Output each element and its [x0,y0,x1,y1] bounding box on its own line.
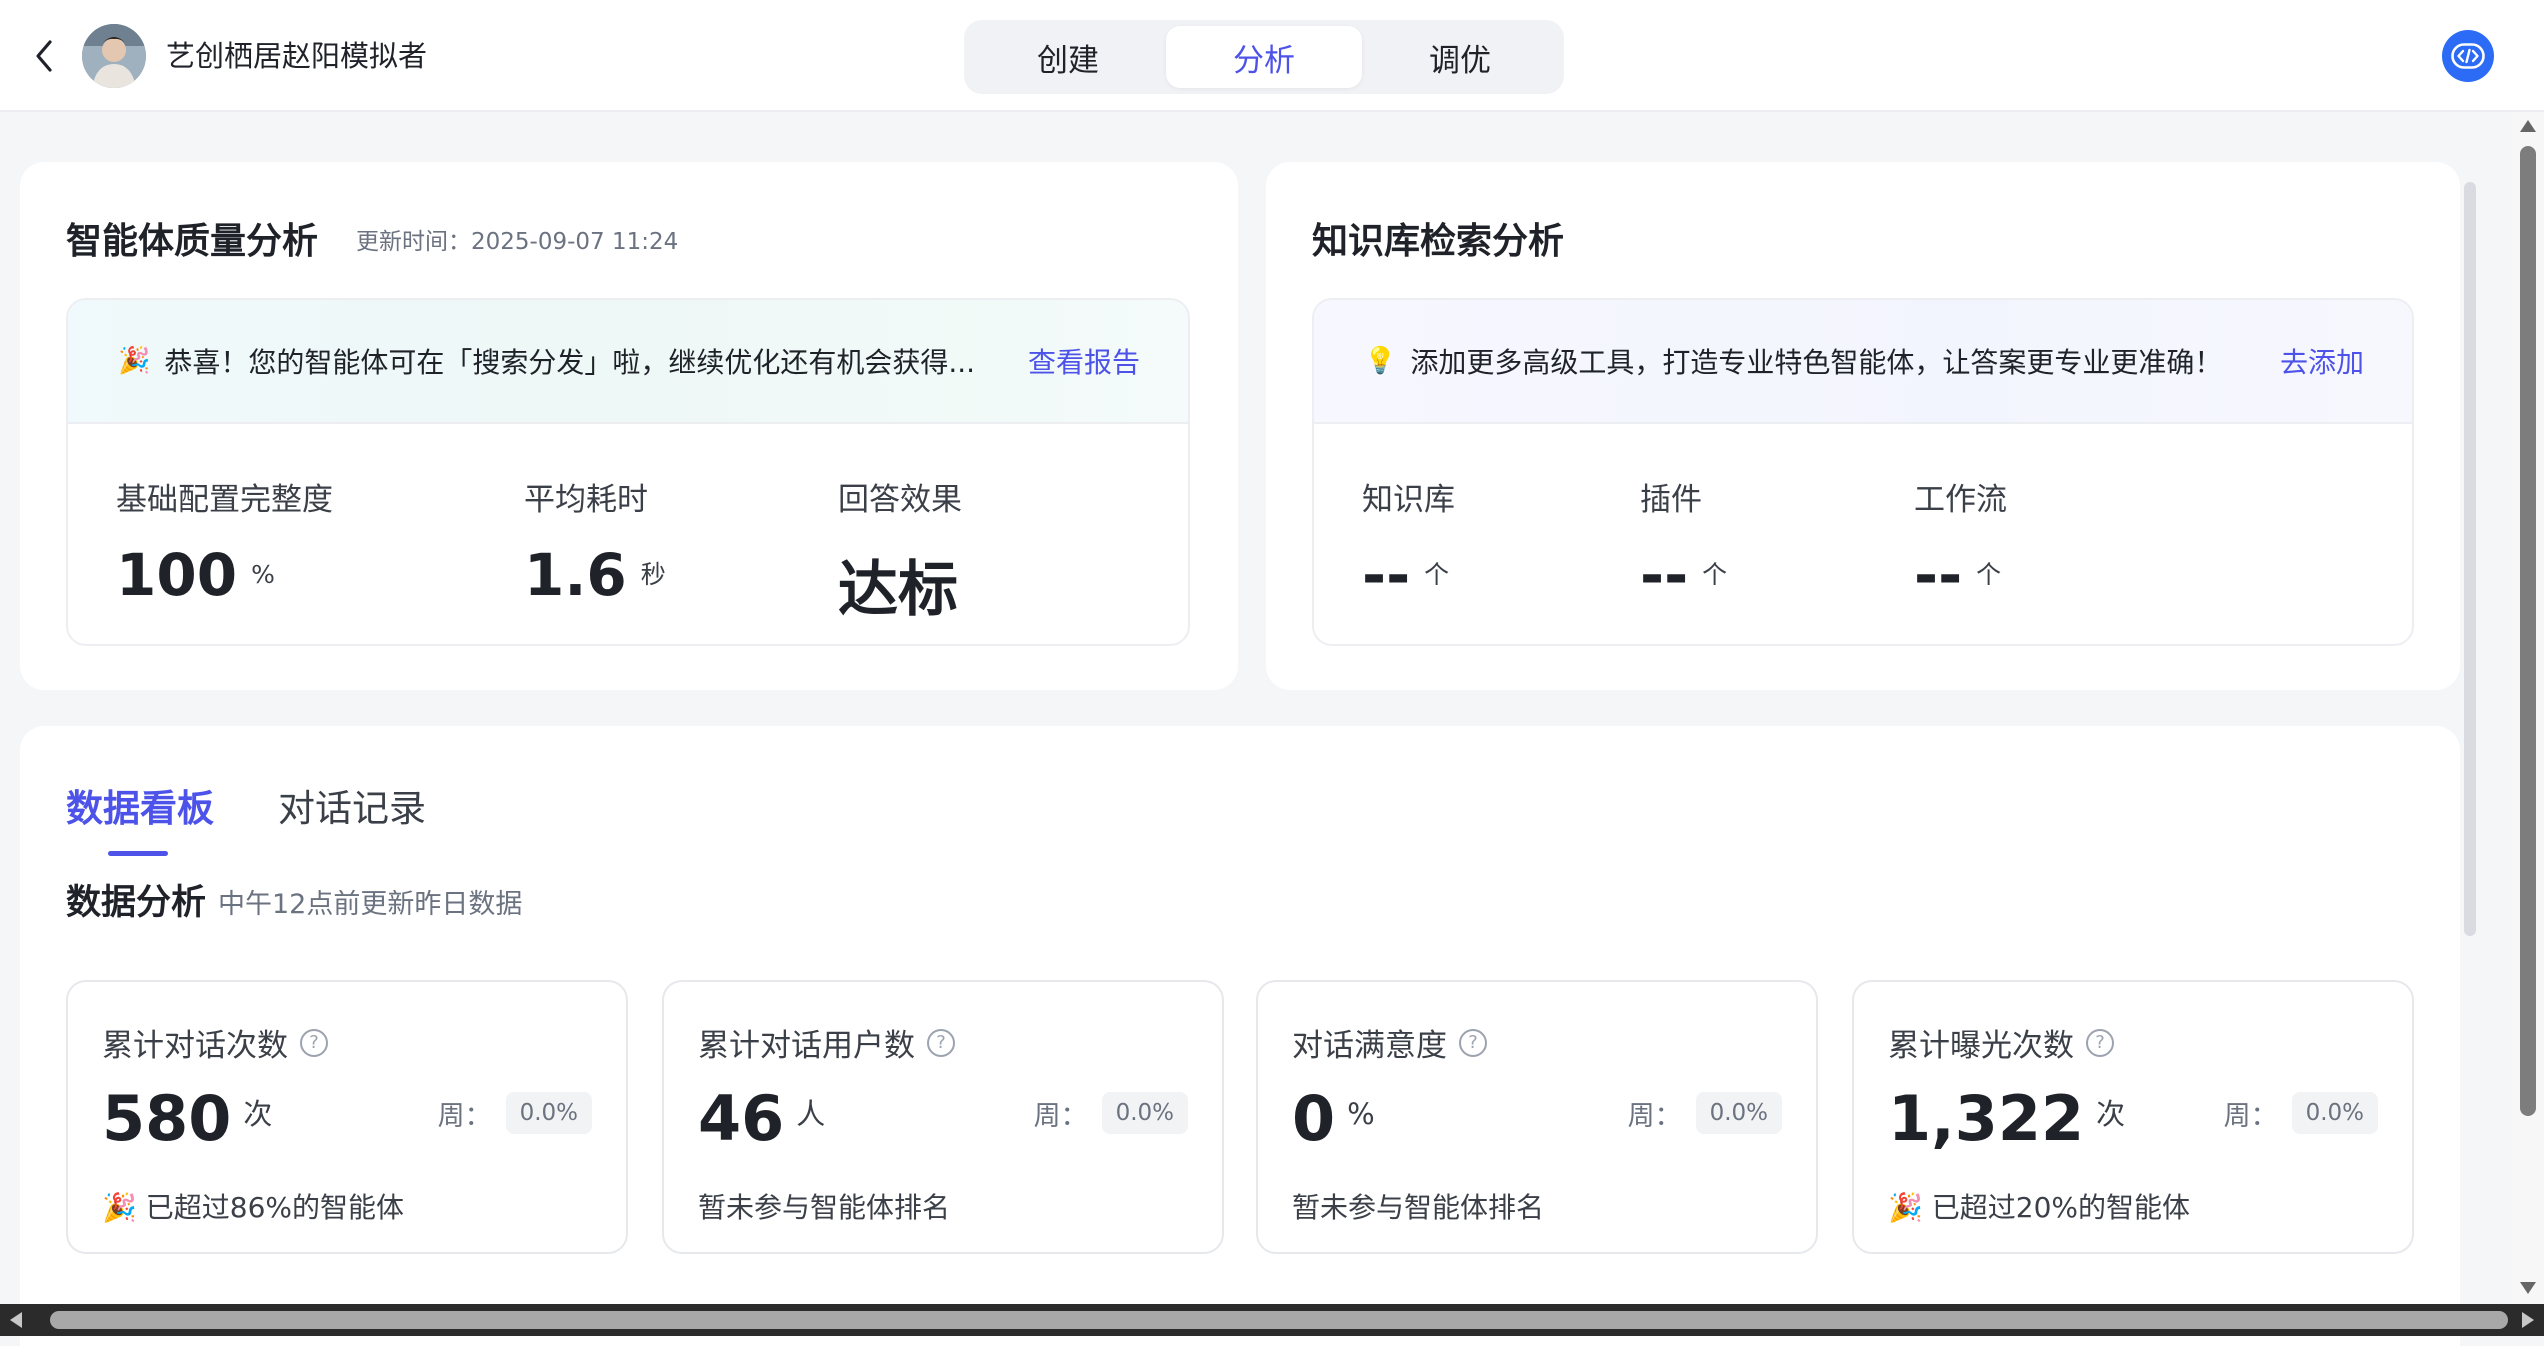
code-button[interactable] [2442,30,2494,82]
avatar-image [82,24,146,88]
help-icon[interactable]: ? [300,1028,328,1057]
stat-value: 0 [1292,1082,1336,1155]
stat-title: 累计曝光次数 [1888,1028,2074,1064]
horizontal-scrollbar-thumb[interactable] [50,1311,2508,1329]
metric-unit: 个 [1702,560,1728,589]
stat-unit: 次 [243,1097,273,1131]
knowledge-banner: 💡 添加更多高级工具，打造专业特色智能体，让答案更专业更准确！ 去添加 [1314,300,2412,424]
week-change-badge: 0.0% [1101,1092,1188,1134]
stat-card-satisfaction: 对话满意度? 0 % 周： 0.0% 暂未参与智能体排名 [1256,980,1818,1254]
mode-tabs: 创建 分析 调优 [964,20,1564,94]
metric-label: 平均耗时 [524,482,648,518]
agent-name: 艺创栖居赵阳模拟者 [166,39,428,73]
stat-unit: 人 [796,1097,826,1131]
week-change-badge: 0.0% [505,1092,592,1134]
metric-label: 工作流 [1914,482,2007,518]
metric-workflows: 工作流 -- 个 [1914,474,2007,609]
stat-title: 累计对话次数 [102,1028,288,1064]
stat-rank-text: 暂未参与智能体排名 [1292,1191,1545,1224]
stat-card-total-conversations: 累计对话次数? 580 次 周： 0.0% 🎉 已超过86%的智能体 [66,980,628,1254]
metric-value: -- [1914,541,1963,609]
top-bar: 艺创栖居赵阳模拟者 创建 分析 调优 [0,0,2544,112]
metric-value: 1.6 [524,541,627,609]
metric-unit: % [251,560,275,589]
metric-label: 知识库 [1362,482,1455,518]
add-tools-link[interactable]: 去添加 [2280,341,2364,381]
metric-value: 100 [116,541,238,609]
knowledge-panel: 💡 添加更多高级工具，打造专业特色智能体，让答案更专业更准确！ 去添加 知识库 … [1312,298,2414,646]
stat-title: 累计对话用户数 [698,1028,915,1064]
banner-message: 添加更多高级工具，打造专业特色智能体，让答案更专业更准确！ [1410,346,2223,379]
tab-analyze[interactable]: 分析 [1166,26,1362,88]
metric-knowledge-base: 知识库 -- 个 [1362,474,1455,609]
stat-value: 1,322 [1888,1082,2085,1155]
metric-avg-time: 平均耗时 1.6 秒 [524,474,666,609]
metric-value: 达标 [838,555,958,625]
stat-rank-text: 已超过20%的智能体 [1931,1191,2191,1224]
card-title: 知识库检索分析 [1312,221,1565,262]
card-title: 智能体质量分析 [66,221,319,262]
metric-unit: 秒 [640,560,666,589]
metric-label: 基础配置完整度 [116,482,333,518]
week-label: 周： [1033,1100,1088,1132]
stat-value: 46 [698,1082,785,1155]
section-subtitle: 中午12点前更新昨日数据 [218,889,523,920]
help-icon[interactable]: ? [927,1028,955,1057]
vertical-scrollbar-thumb[interactable] [2520,146,2536,1116]
metric-plugins: 插件 -- 个 [1640,474,1727,609]
scroll-down-arrow-icon[interactable] [2520,1282,2536,1294]
stat-unit: 次 [2096,1097,2126,1131]
scroll-up-arrow-icon[interactable] [2520,120,2536,132]
knowledge-analysis-card: 知识库检索分析 💡 添加更多高级工具，打造专业特色智能体，让答案更专业更准确！ … [1266,162,2460,690]
metric-value: -- [1640,541,1689,609]
content-scrollbar-thumb[interactable] [2464,182,2476,936]
tab-create[interactable]: 创建 [970,26,1166,88]
metric-unit: 个 [1976,560,2002,589]
quality-analysis-card: 智能体质量分析 更新时间：2025-09-07 11:24 🎉 恭喜！您的智能体… [20,162,1238,690]
stat-title: 对话满意度 [1292,1028,1447,1064]
party-popper-icon: 🎉 [118,346,151,376]
tab-data-dashboard[interactable]: 数据看板 [66,778,214,856]
quality-panel: 🎉 恭喜！您的智能体可在「搜索分发」啦，继续优化还有机会获得... 查看报告 基… [66,298,1190,646]
stat-card-total-exposures: 累计曝光次数? 1,322 次 周： 0.0% 🎉 已超过20%的智能体 [1852,980,2414,1254]
week-label: 周： [2223,1100,2278,1132]
metric-unit: 个 [1424,560,1450,589]
tab-conversation-records[interactable]: 对话记录 [278,778,426,832]
metric-label: 回答效果 [838,482,962,518]
scroll-right-arrow-icon[interactable] [2522,1312,2534,1328]
stat-card-total-users: 累计对话用户数? 46 人 周： 0.0% 暂未参与智能体排名 [662,980,1224,1254]
help-icon[interactable]: ? [2086,1028,2114,1057]
code-icon [2451,43,2485,69]
metric-config-completeness: 基础配置完整度 100 % [116,474,333,609]
section-title: 数据分析 [66,883,207,923]
banner-message: 恭喜！您的智能体可在「搜索分发」啦，继续优化还有机会获得... [164,346,976,379]
tab-tune[interactable]: 调优 [1362,26,1558,88]
week-label: 周： [437,1100,492,1132]
scroll-left-arrow-icon[interactable] [10,1312,22,1328]
chevron-left-icon [36,40,52,72]
stat-value: 580 [102,1082,232,1155]
week-change-badge: 0.0% [2291,1092,2378,1134]
stat-unit: % [1347,1097,1375,1131]
quality-banner: 🎉 恭喜！您的智能体可在「搜索分发」啦，继续优化还有机会获得... 查看报告 [68,300,1188,424]
update-time: 更新时间：2025-09-07 11:24 [356,229,679,255]
metric-label: 插件 [1640,482,1702,518]
stat-rank-text: 已超过86%的智能体 [145,1191,405,1224]
metric-answer-effect: 回答效果 达标 [838,474,962,628]
week-change-badge: 0.0% [1695,1092,1782,1134]
lightbulb-icon: 💡 [1364,346,1397,376]
party-popper-icon: 🎉 [1888,1191,1923,1224]
back-button[interactable] [24,30,64,82]
help-icon[interactable]: ? [1459,1028,1487,1057]
week-label: 周： [1627,1100,1682,1132]
metric-value: -- [1362,541,1411,609]
view-report-link[interactable]: 查看报告 [1028,341,1140,381]
stat-rank-text: 暂未参与智能体排名 [698,1191,951,1224]
party-popper-icon: 🎉 [102,1191,137,1224]
avatar[interactable] [82,24,146,88]
dashboard-tabs: 数据看板 对话记录 [66,778,490,856]
